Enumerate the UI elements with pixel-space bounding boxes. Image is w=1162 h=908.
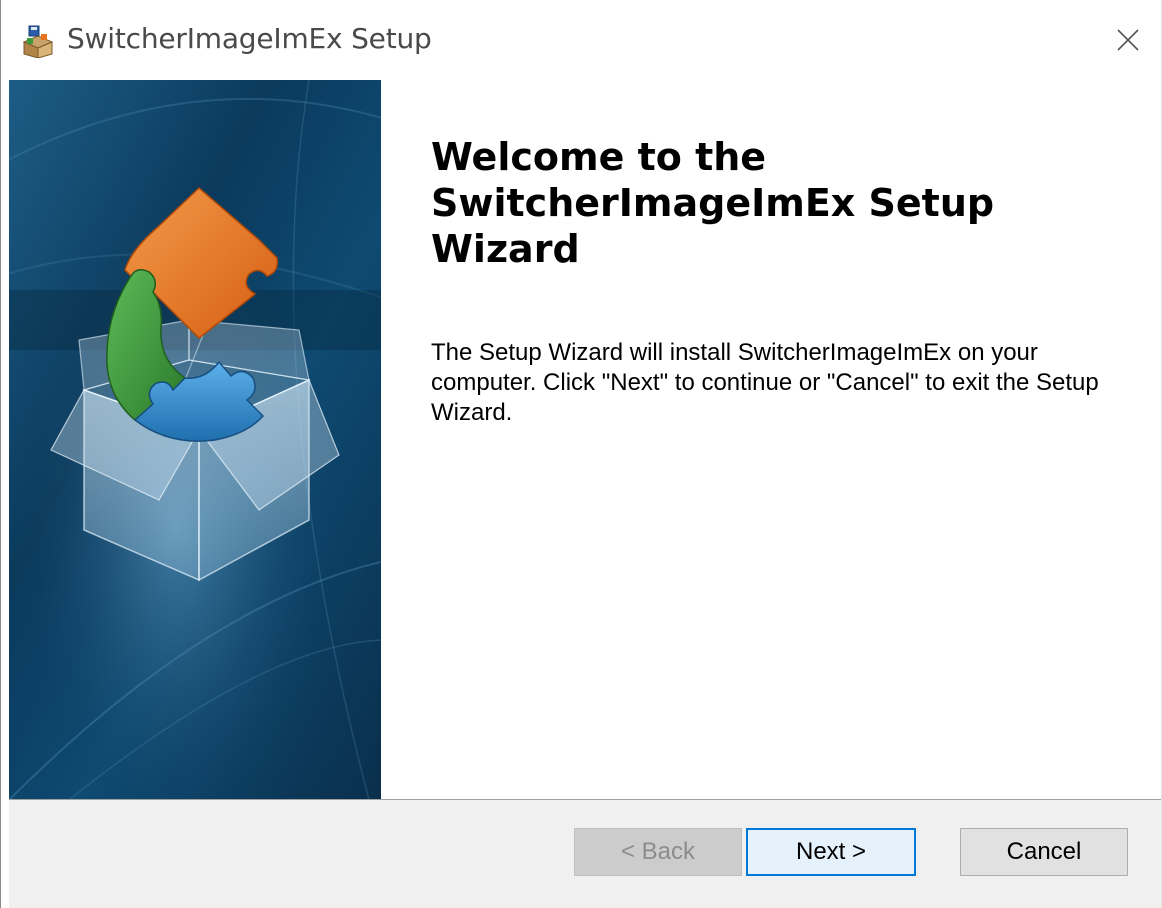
- window-title: SwitcherImageImEx Setup: [67, 22, 432, 55]
- puzzle-box-graphic: [9, 80, 381, 800]
- setup-wizard-window: SwitcherImageImEx Setup Welcome to the S…: [0, 0, 1162, 908]
- wizard-content: Welcome to the SwitcherImageImEx Setup W…: [381, 80, 1162, 800]
- back-button[interactable]: < Back: [574, 828, 742, 876]
- wizard-banner-image: [9, 80, 381, 800]
- welcome-heading: Welcome to the SwitcherImageImEx Setup W…: [431, 135, 995, 271]
- welcome-description: The Setup Wizard will install SwitcherIm…: [431, 339, 1099, 426]
- next-button[interactable]: Next >: [746, 828, 916, 876]
- close-icon: [1117, 29, 1139, 51]
- button-bar: < Back Next > Cancel: [9, 800, 1162, 908]
- installer-icon: [21, 24, 55, 59]
- title-bar[interactable]: SwitcherImageImEx Setup: [1, 0, 1162, 80]
- close-button[interactable]: [1102, 14, 1154, 66]
- cancel-button[interactable]: Cancel: [960, 828, 1128, 876]
